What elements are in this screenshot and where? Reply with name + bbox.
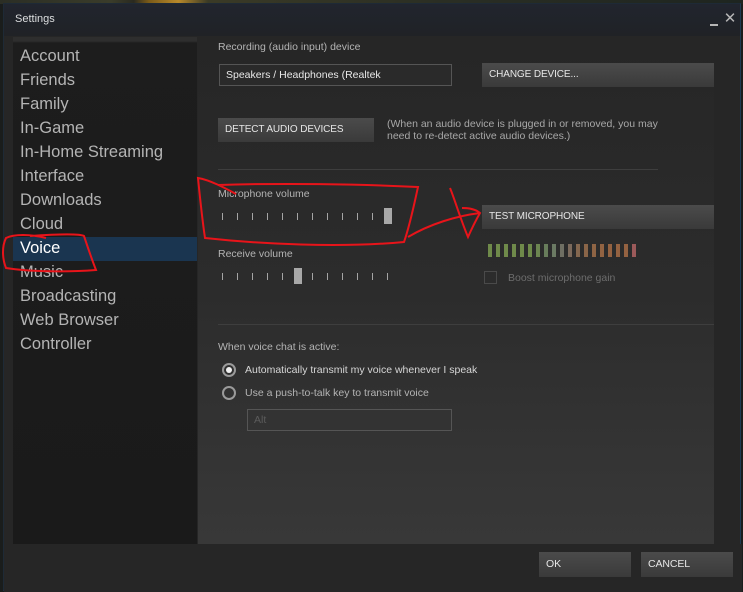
sidebar-item-in-home-streaming[interactable]: In-Home Streaming xyxy=(13,141,197,165)
slider-tick xyxy=(282,213,283,220)
meter-bar xyxy=(512,244,516,257)
slider-tick xyxy=(282,273,283,280)
change-device-button[interactable]: CHANGE DEVICE... xyxy=(482,63,716,87)
minimize-button[interactable] xyxy=(707,11,723,27)
content-scrollbar[interactable] xyxy=(714,37,736,544)
slider-tick xyxy=(237,213,238,220)
sidebar-item-in-game[interactable]: In-Game xyxy=(13,117,197,141)
slider-tick xyxy=(312,213,313,220)
sidebar-item-voice[interactable]: Voice xyxy=(13,237,197,261)
meter-bar xyxy=(504,244,508,257)
settings-window: Settings ✕ Account Friends Family In-Gam… xyxy=(3,3,742,592)
push-to-talk-radio[interactable] xyxy=(222,386,236,400)
settings-sidebar: Account Friends Family In-Game In-Home S… xyxy=(13,37,197,544)
title-bar[interactable]: Settings ✕ xyxy=(4,4,740,36)
slider-tick xyxy=(222,213,223,220)
sidebar-item-controller[interactable]: Controller xyxy=(13,333,197,357)
meter-bar xyxy=(576,244,580,257)
slider-tick xyxy=(372,273,373,280)
dialog-footer: OK CANCEL xyxy=(4,544,742,592)
slider-tick xyxy=(372,213,373,220)
section-divider-2 xyxy=(218,324,718,325)
meter-bar xyxy=(624,244,628,257)
slider-tick xyxy=(387,273,388,280)
sidebar-item-music[interactable]: Music xyxy=(13,261,197,285)
sidebar-item-family[interactable]: Family xyxy=(13,93,197,117)
meter-bar xyxy=(584,244,588,257)
auto-transmit-label[interactable]: Automatically transmit my voice whenever… xyxy=(245,364,477,376)
voice-active-heading: When voice chat is active: xyxy=(218,341,340,353)
meter-bar xyxy=(528,244,532,257)
window-title: Settings xyxy=(15,13,55,25)
slider-tick xyxy=(297,213,298,220)
slider-thumb[interactable] xyxy=(384,208,392,224)
meter-bar xyxy=(600,244,604,257)
meter-bar xyxy=(616,244,620,257)
auto-transmit-radio[interactable] xyxy=(222,363,236,377)
slider-thumb[interactable] xyxy=(294,268,302,284)
recording-device-field[interactable]: Speakers / Headphones (Realtek xyxy=(219,64,452,86)
slider-tick xyxy=(327,273,328,280)
slider-tick xyxy=(342,213,343,220)
sidebar-item-interface[interactable]: Interface xyxy=(13,165,197,189)
meter-bar xyxy=(496,244,500,257)
meter-bar xyxy=(592,244,596,257)
detect-hint: (When an audio device is plugged in or r… xyxy=(387,118,658,142)
slider-tick xyxy=(237,273,238,280)
meter-bar xyxy=(552,244,556,257)
meter-bar xyxy=(568,244,572,257)
receive-volume-slider[interactable] xyxy=(218,267,388,285)
detect-audio-devices-button[interactable]: DETECT AUDIO DEVICES xyxy=(218,118,374,142)
meter-bar xyxy=(608,244,612,257)
slider-tick xyxy=(252,273,253,280)
meter-bar xyxy=(488,244,492,257)
test-microphone-button[interactable]: TEST MICROPHONE xyxy=(482,205,716,229)
boost-gain-label: Boost microphone gain xyxy=(508,272,616,284)
detect-hint-line1: (When an audio device is plugged in or r… xyxy=(387,118,658,130)
sidebar-item-account[interactable]: Account xyxy=(13,45,197,69)
sidebar-item-web-browser[interactable]: Web Browser xyxy=(13,309,197,333)
sidebar-item-broadcasting[interactable]: Broadcasting xyxy=(13,285,197,309)
close-button[interactable]: ✕ xyxy=(722,11,738,27)
cancel-button[interactable]: CANCEL xyxy=(641,552,733,577)
section-divider xyxy=(218,169,658,170)
close-icon: ✕ xyxy=(723,10,737,27)
slider-tick xyxy=(267,273,268,280)
ok-button[interactable]: OK xyxy=(539,552,631,577)
receive-volume-label: Receive volume xyxy=(218,248,293,260)
recording-device-label: Recording (audio input) device xyxy=(218,41,361,53)
slider-tick xyxy=(327,213,328,220)
sidebar-item-downloads[interactable]: Downloads xyxy=(13,189,197,213)
boost-gain-checkbox[interactable] xyxy=(484,271,497,284)
push-to-talk-key-field[interactable]: Alt xyxy=(247,409,452,431)
detect-hint-line2: need to re-detect active audio devices.) xyxy=(387,130,571,142)
meter-bar xyxy=(544,244,548,257)
mic-volume-label: Microphone volume xyxy=(218,188,310,200)
sidebar-item-friends[interactable]: Friends xyxy=(13,69,197,93)
sidebar-item-cloud[interactable]: Cloud xyxy=(13,213,197,237)
voice-settings-panel: Recording (audio input) device Speakers … xyxy=(198,37,718,544)
slider-tick xyxy=(342,273,343,280)
slider-tick xyxy=(222,273,223,280)
mic-volume-slider[interactable] xyxy=(218,207,392,225)
meter-bar xyxy=(536,244,540,257)
push-to-talk-label[interactable]: Use a push-to-talk key to transmit voice xyxy=(245,387,429,399)
slider-tick xyxy=(267,213,268,220)
meter-bar xyxy=(520,244,524,257)
slider-tick xyxy=(312,273,313,280)
slider-tick xyxy=(252,213,253,220)
slider-tick xyxy=(357,213,358,220)
mic-level-meter xyxy=(488,244,638,257)
slider-tick xyxy=(357,273,358,280)
meter-bar xyxy=(560,244,564,257)
meter-bar xyxy=(632,244,636,257)
